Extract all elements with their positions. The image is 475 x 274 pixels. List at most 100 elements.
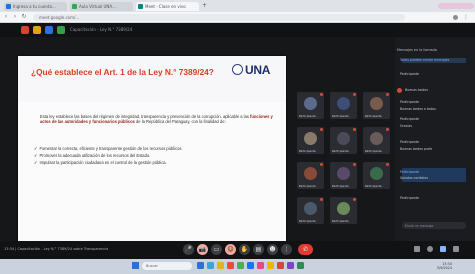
taskbar-app-icon[interactable] [277,262,284,269]
profile-icon[interactable] [453,15,458,20]
avatar [397,88,402,93]
check-icon: ✓ [34,153,38,158]
participant-tile[interactable]: Participante [363,162,390,189]
chat-sender: Participante [400,196,420,200]
forward-icon[interactable]: › [12,14,18,20]
participant-name: Participante [299,114,316,118]
slide-bullet: ✓ Promover la adecuada utilización de los… [34,153,278,158]
activities-panel-icon[interactable] [453,246,459,252]
participant-tile[interactable]: Participante [330,127,357,154]
participant-name: Participante [365,114,382,118]
tab-3[interactable]: Meet - Clase en vivo [136,2,199,11]
captions-button[interactable]: ▤ [253,244,264,255]
mic-off-icon [386,128,389,131]
new-tab-button[interactable]: + [202,2,207,9]
taskbar-app-icon[interactable] [197,262,204,269]
taskbar-app-icon[interactable] [257,262,264,269]
tab-favicon-icon [138,4,143,9]
participant-tile[interactable]: Participante [297,92,324,119]
tab-1[interactable]: Ingresa a tu cuenta... [4,2,67,11]
taskbar-app-icon[interactable] [287,262,294,269]
people-panel-icon[interactable] [427,246,433,252]
taskbar-app-icon[interactable] [207,262,214,269]
avatar [337,97,350,110]
reactions-button[interactable]: ☺ [225,244,236,255]
participant-name: Participante [332,219,349,223]
start-icon[interactable] [132,262,139,269]
tab-label: Aula Virtual UNA... [79,4,116,9]
taskbar-search[interactable]: Buscar [142,262,192,270]
present-button[interactable]: ▭ [211,244,222,255]
slide-bullet-text: Fomentar la correcta, eficiente y transp… [39,146,183,151]
slide-bullet-text: Impulsar la participación ciudadana en e… [39,160,167,165]
raise-hand-button[interactable]: ✋ [239,244,250,255]
chat-sender: Participante [400,117,420,121]
participant-name: Participante [365,149,382,153]
chat-panel [395,38,475,252]
more-options-button[interactable]: ⋮ [281,244,292,255]
leave-call-button[interactable]: ✆ [298,244,313,255]
chat-setting: Todos pueden enviar mensajes [400,58,450,62]
chat-message: Buenas tardes a todos [400,107,436,111]
taskbar-app-icon[interactable] [217,262,224,269]
avatar [370,97,383,110]
activities-icon[interactable] [57,26,65,34]
avatar [337,132,350,145]
recording-icon[interactable] [21,26,29,34]
participant-tile[interactable]: Participante [363,127,390,154]
mic-off-icon [320,198,323,201]
chat-panel-header: Mensajes en la llamada [397,48,437,52]
participant-tile[interactable]: Participante [330,197,357,224]
layout-icon[interactable] [33,26,41,34]
mic-button[interactable]: 🎤 [183,244,194,255]
taskbar-app-icon[interactable] [237,262,244,269]
chat-sender: Participante [400,170,420,174]
tab-2[interactable]: Aula Virtual UNA... [70,2,133,11]
chat-message: Saludos cordiales [400,176,428,180]
mic-off-icon [353,93,356,96]
chat-sender: Participante [400,72,420,76]
back-icon[interactable]: ‹ [3,14,9,20]
emoji-button[interactable]: ☻ [267,244,278,255]
taskbar-app-icon[interactable] [267,262,274,269]
mic-off-icon [320,93,323,96]
taskbar-app-icon[interactable] [297,262,304,269]
taskbar-app-icon[interactable] [227,262,234,269]
participant-tile[interactable]: Participante [330,92,357,119]
clock-date: 5/9/2024 [437,266,452,270]
address-bar[interactable]: meet.google.com/... [33,14,405,21]
avatar [337,202,350,215]
mic-off-icon [353,163,356,166]
reload-icon[interactable]: ↻ [21,14,27,20]
participant-tile[interactable]: Participante [297,127,324,154]
chat-message: Gracias [400,124,412,128]
participant-tile[interactable]: Participante [330,162,357,189]
participant-tile[interactable]: Participante [297,162,324,189]
mic-off-icon [353,128,356,131]
participant-name: Participante [299,149,316,153]
info-icon[interactable] [414,246,420,252]
taskbar-app-icon[interactable] [247,262,254,269]
una-logo: UNA [245,63,271,77]
meeting-info: 13:34 | Capacitación - Ley N.° 7389/24 s… [4,247,109,251]
menu-icon[interactable]: ⋮ [463,14,469,21]
avatar [304,167,317,180]
participant-tile[interactable]: Participante [297,197,324,224]
mic-off-icon [320,163,323,166]
chat-icon[interactable] [440,246,446,252]
system-clock[interactable]: 13:34 5/9/2024 [437,262,452,270]
slide-title: ¿Qué establece el Art. 1 de la Ley N.° 7… [31,67,214,77]
check-icon: ✓ [34,160,38,165]
camera-button[interactable]: 📷 [197,244,208,255]
mic-off-icon [386,93,389,96]
avatar [304,202,317,215]
mic-off-icon [353,198,356,201]
participant-tile[interactable]: Participante [363,92,390,119]
slide-bullet-text: Promover la adecuada utilización de los … [39,153,151,158]
slide-body: Esta ley establece las bases del régimen… [40,114,278,125]
slide-bullet: ✓ Fomentar la correcta, eficiente y trans… [34,146,278,151]
profile-chip[interactable] [438,3,474,9]
people-icon[interactable] [45,26,53,34]
participant-name: Participante [299,184,316,188]
chat-message: Buenas tardes profe [400,147,433,151]
